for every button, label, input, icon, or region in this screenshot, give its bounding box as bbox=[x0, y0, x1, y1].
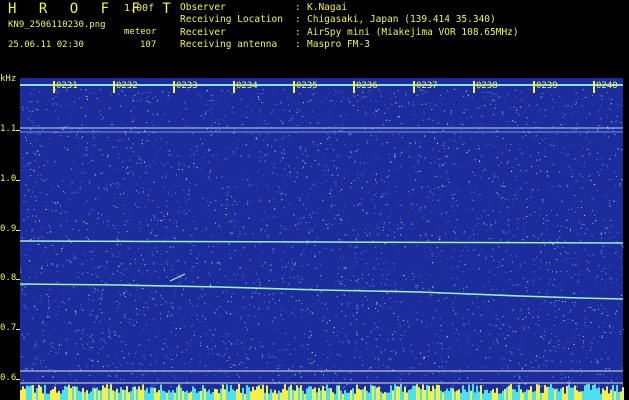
time-label: 0231 bbox=[56, 81, 78, 91]
time-label: 0240 bbox=[596, 81, 618, 91]
bottom-band bbox=[20, 384, 624, 400]
y-tick-marks bbox=[16, 130, 20, 380]
time-label: 0236 bbox=[356, 81, 378, 91]
time-label: 0238 bbox=[476, 81, 498, 91]
time-label: 0232 bbox=[116, 81, 138, 91]
noise-speckle bbox=[20, 88, 624, 389]
time-label: 0233 bbox=[176, 81, 198, 91]
time-label: 0239 bbox=[536, 81, 558, 91]
time-label: 0237 bbox=[416, 81, 438, 91]
time-label: 0235 bbox=[296, 81, 318, 91]
waterfall-overlay bbox=[16, 81, 624, 400]
carrier-line bbox=[19, 240, 624, 244]
time-label: 0234 bbox=[236, 81, 258, 91]
